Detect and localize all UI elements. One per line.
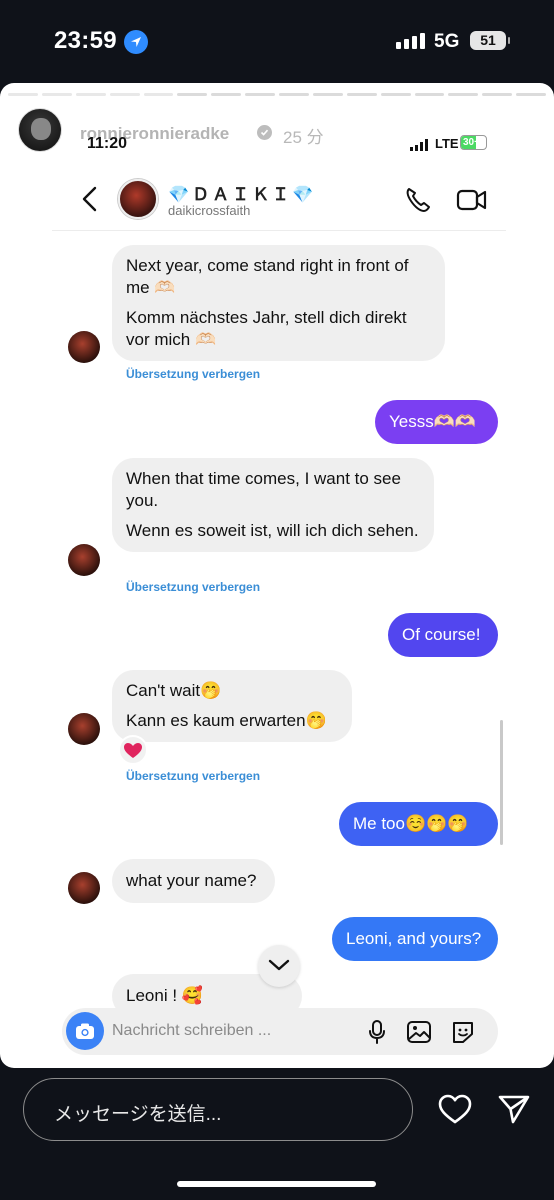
sticker-icon[interactable] [450, 1020, 476, 1044]
hide-translation-link[interactable]: Übersetzung verbergen [126, 580, 260, 594]
story-time: 25 分 [283, 128, 324, 147]
header-divider [52, 230, 506, 231]
gallery-icon[interactable] [406, 1020, 432, 1044]
camera-button[interactable] [66, 1012, 104, 1050]
message-composer[interactable]: Nachricht schreiben ... [62, 1008, 498, 1055]
camera-icon [76, 1023, 94, 1039]
microphone-icon[interactable] [368, 1020, 386, 1044]
battery-indicator: 51 [470, 31, 510, 50]
screenshot-network: LTE [435, 136, 459, 151]
sender-avatar[interactable] [68, 872, 100, 904]
scrollbar[interactable] [500, 720, 503, 845]
scroll-down-button[interactable] [258, 945, 300, 987]
close-icon[interactable] [508, 114, 544, 150]
sender-avatar[interactable] [68, 713, 100, 745]
screenshot-time: 11:20 [87, 135, 128, 152]
screenshot-signal-icon [410, 139, 428, 151]
incoming-message[interactable]: When that time comes, I want to see you.… [112, 458, 434, 552]
outgoing-message[interactable]: Yesss🫶🏻🫶🏻 [375, 400, 498, 444]
outgoing-message[interactable]: Me too☺️🤭🤭 [339, 802, 498, 846]
signal-bars-icon [396, 33, 425, 49]
heart-icon [124, 743, 142, 758]
incoming-message[interactable]: Next year, come stand right in front of … [112, 245, 445, 361]
location-arrow-icon [124, 30, 148, 54]
outgoing-message[interactable]: Leoni, and yours? [332, 917, 498, 961]
outgoing-message[interactable]: Of course! [388, 613, 498, 657]
heart-like-icon[interactable] [437, 1093, 473, 1125]
chat-contact-name[interactable]: 💎ＤＡＩＫＩ💎 [168, 180, 316, 205]
home-indicator[interactable] [177, 1181, 376, 1187]
chat-contact-handle: daikicrossfaith [168, 203, 251, 218]
send-icon[interactable] [497, 1093, 531, 1125]
sender-avatar[interactable] [68, 544, 100, 576]
story-viewer[interactable]: ronnieronnieradke 25 分 11:20 LTE 30+ 💎ＤＡ… [0, 83, 554, 1068]
story-progress [8, 93, 546, 96]
back-arrow-icon[interactable] [80, 186, 100, 212]
video-camera-icon[interactable] [456, 187, 488, 213]
chat-avatar[interactable] [118, 179, 158, 219]
reply-placeholder: メッセージを送信... [54, 1104, 222, 1125]
incoming-message[interactable]: Can't wait🤭 Kann es kaum erwarten🤭 [112, 670, 352, 742]
network-type: 5G [434, 31, 460, 52]
phone-icon[interactable] [404, 186, 434, 214]
incoming-message[interactable]: what your name? [112, 859, 275, 903]
chevron-down-icon [268, 959, 290, 971]
sender-avatar[interactable] [68, 331, 100, 363]
hide-translation-link[interactable]: Übersetzung verbergen [126, 769, 260, 783]
verified-badge-icon [257, 125, 272, 140]
story-reply-input[interactable]: メッセージを送信... [23, 1078, 413, 1141]
message-input[interactable]: Nachricht schreiben ... [112, 1022, 271, 1040]
hide-translation-link[interactable]: Übersetzung verbergen [126, 367, 260, 381]
screenshot-battery: 30+ [460, 135, 487, 150]
status-time: 23:59 [54, 27, 117, 54]
heart-reaction[interactable] [118, 735, 148, 765]
story-avatar[interactable] [18, 108, 62, 152]
